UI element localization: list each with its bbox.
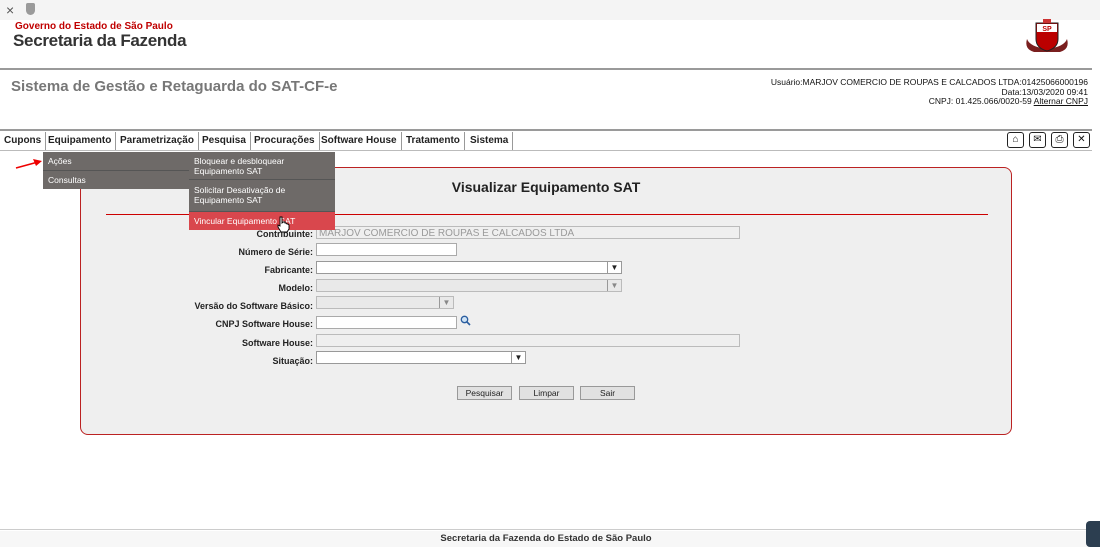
numero-serie-input[interactable] bbox=[316, 243, 457, 256]
cnpj-line: CNPJ: 01.425.066/0020-59 bbox=[928, 96, 1032, 106]
software-house-field bbox=[316, 334, 740, 347]
situacao-label: Situação: bbox=[272, 356, 313, 366]
sp-crest-logo: SP bbox=[1026, 19, 1068, 52]
menu-sistema[interactable]: Sistema bbox=[466, 132, 514, 150]
menu-equipamento[interactable]: Equipamento bbox=[44, 132, 117, 150]
versao-label: Versão do Software Básico: bbox=[194, 301, 313, 311]
submenu-divider bbox=[43, 170, 189, 171]
equipamento-submenu: Ações Consultas bbox=[43, 152, 189, 189]
menu-parametrizacao[interactable]: Parametrização bbox=[116, 132, 199, 150]
app-tray-icon[interactable] bbox=[1086, 521, 1100, 547]
footer-divider bbox=[0, 529, 1100, 530]
submenu-bloquear[interactable]: Bloquear e desbloquear Equipamento SAT bbox=[194, 156, 330, 176]
situacao-select[interactable]: ▼ bbox=[316, 351, 526, 364]
arrow-icon bbox=[15, 159, 42, 169]
versao-select[interactable]: ▼ bbox=[316, 296, 454, 309]
browser-strip bbox=[0, 0, 1100, 20]
submenu-divider bbox=[189, 211, 335, 212]
numero-serie-label: Número de Série: bbox=[238, 247, 313, 257]
submenu-consultas[interactable]: Consultas bbox=[48, 175, 86, 185]
header-divider bbox=[0, 68, 1092, 70]
chevron-down-icon: ▼ bbox=[607, 280, 621, 291]
cnpj-software-house-label: CNPJ Software House: bbox=[215, 319, 313, 329]
submenu-acoes[interactable]: Ações bbox=[48, 156, 72, 166]
modelo-label: Modelo: bbox=[278, 283, 314, 293]
search-icon[interactable] bbox=[460, 315, 471, 326]
sair-button[interactable]: Sair bbox=[580, 386, 635, 400]
svg-text:SP: SP bbox=[1042, 26, 1052, 33]
submenu-vincular[interactable]: Vincular Equipamento SAT bbox=[194, 216, 330, 226]
menu-tratamento[interactable]: Tratamento bbox=[402, 132, 465, 150]
chevron-down-icon: ▼ bbox=[439, 297, 453, 308]
chevron-down-icon: ▼ bbox=[607, 262, 621, 273]
submenu-divider bbox=[189, 179, 335, 180]
footer-text: Secretaria da Fazenda do Estado de São P… bbox=[0, 531, 1092, 547]
shield-icon bbox=[26, 3, 35, 15]
menu-cupons[interactable]: Cupons bbox=[0, 132, 47, 150]
secretaria-title: Secretaria da Fazenda bbox=[13, 31, 187, 50]
menu-bar: Cupons Equipamento Parametrização Pesqui… bbox=[0, 132, 1092, 151]
menu-pesquisa[interactable]: Pesquisa bbox=[198, 132, 251, 150]
submenu-solicitar-desativacao[interactable]: Solicitar Desativação de Equipamento SAT bbox=[194, 185, 330, 205]
fabricante-label: Fabricante: bbox=[264, 265, 313, 275]
limpar-button[interactable]: Limpar bbox=[519, 386, 574, 400]
user-info: Usuário:MARJOV COMERCIO DE ROUPAS E CALC… bbox=[668, 77, 1088, 107]
contribuinte-field: MARJOV COMERCIO DE ROUPAS E CALCADOS LTD… bbox=[316, 226, 740, 239]
menu-divider bbox=[0, 129, 1092, 131]
menu-procuracoes[interactable]: Procurações bbox=[250, 132, 320, 150]
home-icon[interactable]: ⌂ bbox=[1007, 132, 1024, 148]
fabricante-select[interactable]: ▼ bbox=[316, 261, 622, 274]
print-icon[interactable]: ⎙ bbox=[1051, 132, 1068, 148]
alternar-cnpj-link[interactable]: Alternar CNPJ bbox=[1034, 96, 1088, 106]
modelo-select[interactable]: ▼ bbox=[316, 279, 622, 292]
pesquisar-button[interactable]: Pesquisar bbox=[457, 386, 512, 400]
close-icon[interactable]: ✕ bbox=[1073, 132, 1090, 148]
mail-icon[interactable]: ✉ bbox=[1029, 132, 1046, 148]
cnpj-software-house-input[interactable] bbox=[316, 316, 457, 329]
hand-cursor-icon bbox=[277, 216, 290, 233]
acoes-submenu: Bloquear e desbloquear Equipamento SAT S… bbox=[189, 152, 335, 230]
close-tab-icon[interactable]: × bbox=[6, 2, 14, 18]
menu-software-house[interactable]: Software House bbox=[317, 132, 402, 150]
software-house-label: Software House: bbox=[241, 338, 313, 348]
system-title: Sistema de Gestão e Retaguarda do SAT-CF… bbox=[11, 78, 338, 95]
chevron-down-icon: ▼ bbox=[511, 352, 525, 363]
